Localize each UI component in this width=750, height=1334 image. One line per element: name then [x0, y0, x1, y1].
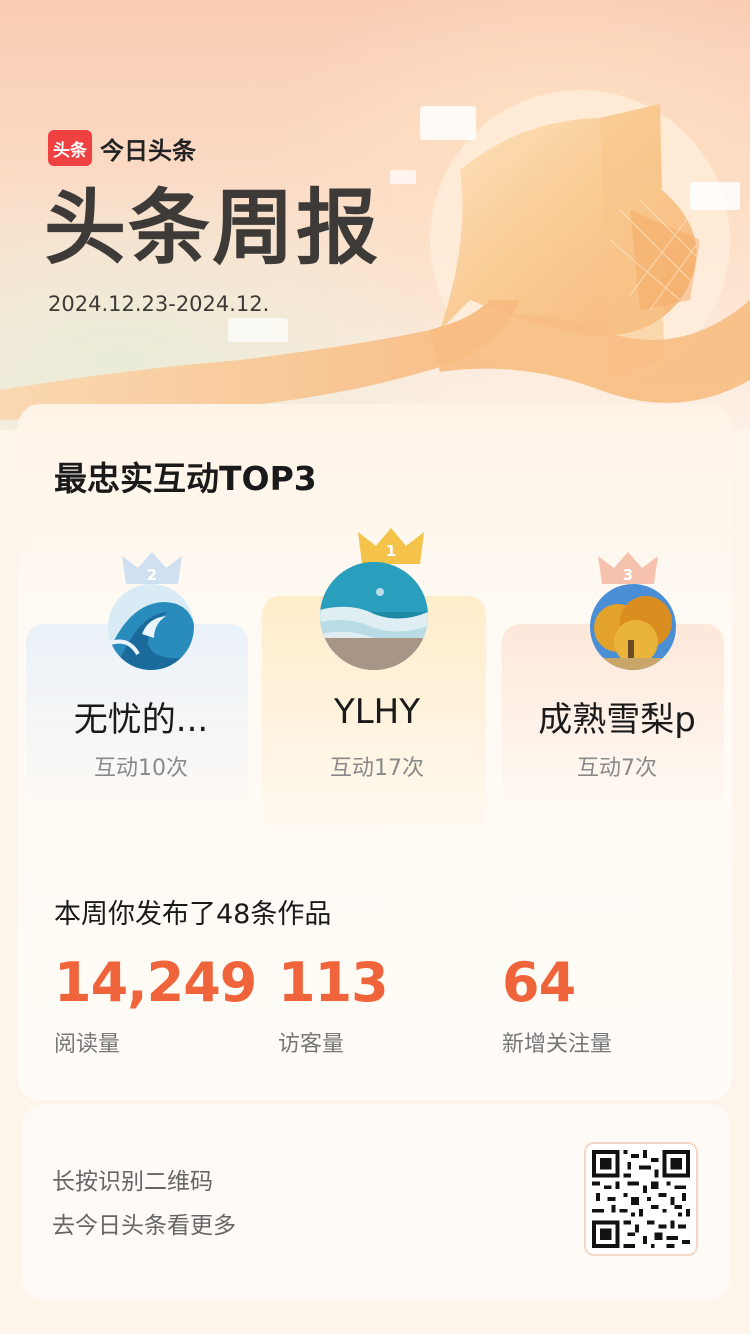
avatar-wave	[108, 584, 194, 670]
stat-new-followers: 64 新增关注量	[502, 956, 612, 1058]
avatar-beach	[320, 562, 428, 670]
footer-line-1: 长按识别二维码	[52, 1169, 213, 1195]
fan-interaction-count: 互动7次	[577, 756, 657, 781]
brand-logo: 头条 今日头条	[48, 130, 196, 166]
brand-name: 今日头条	[100, 136, 196, 165]
qr-code-icon[interactable]	[584, 1142, 698, 1256]
works-summary-title: 本周你发布了48条作品	[54, 899, 332, 930]
stat-value: 14,249	[54, 951, 257, 1014]
fan-rank-1[interactable]: 1 YLHY 互动17次	[262, 404, 492, 874]
hero-banner: 头条 今日头条 头条周报 2024.12.23-2024.12.	[0, 0, 750, 430]
fan-name: YLHY	[333, 692, 421, 732]
avatar-autumn-tree	[590, 584, 676, 670]
fan-name: 成熟雪梨p	[538, 700, 696, 740]
footer-card: 长按识别二维码 去今日头条看更多	[22, 1104, 730, 1300]
stat-label: 新增关注量	[502, 1032, 613, 1057]
page-title: 头条周报	[44, 181, 381, 276]
weekly-report-card: 最忠实互动TOP3 2 无忧的... 互动10次 1 YLHY 互动17次 3 …	[18, 404, 732, 1100]
date-range: 2024.12.23-2024.12.	[48, 292, 270, 316]
stat-label: 访客量	[278, 1032, 345, 1057]
stat-visitors: 113 访客量	[278, 951, 389, 1058]
stat-value: 64	[502, 951, 576, 1014]
fan-interaction-count: 互动10次	[94, 756, 188, 781]
fan-interaction-count: 互动17次	[330, 756, 424, 781]
stat-label: 阅读量	[54, 1032, 121, 1057]
toutiao-logo-icon: 头条	[48, 130, 92, 166]
fan-rank-3[interactable]: 3 成熟雪梨p 互动7次	[502, 404, 732, 874]
stat-value: 113	[278, 951, 389, 1014]
fan-name: 无忧的...	[73, 700, 209, 740]
stat-reads: 14,249 阅读量	[54, 951, 257, 1058]
footer-line-2: 去今日头条看更多	[52, 1213, 236, 1239]
fan-rank-2[interactable]: 2 无忧的... 互动10次	[26, 404, 256, 874]
